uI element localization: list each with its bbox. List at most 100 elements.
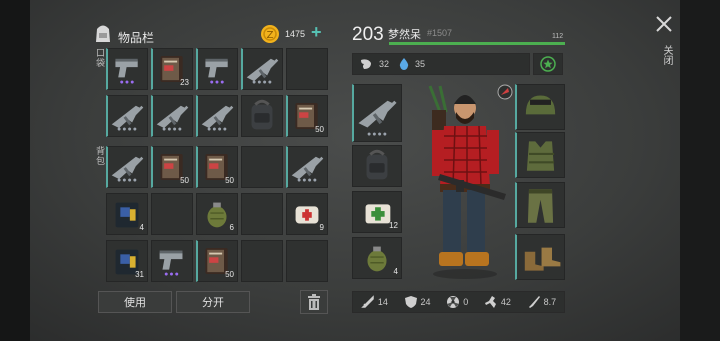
coin-icon: Z — [260, 24, 280, 44]
item-slot[interactable]: ●●●● — [196, 95, 238, 137]
item-slot[interactable]: 12 — [352, 191, 402, 233]
backpack-icon — [365, 149, 389, 181]
item-slot[interactable]: ●●●● — [106, 146, 148, 188]
item-count: 9 — [319, 223, 324, 232]
item-slot[interactable]: ●●●● — [106, 95, 148, 137]
combat-stat-value: 0 — [463, 297, 469, 307]
item-slot[interactable]: 50 — [196, 146, 238, 188]
item-slot[interactable] — [515, 234, 565, 280]
shield-icon — [404, 296, 417, 308]
hp-value: 112 — [552, 33, 564, 40]
combat-stat: 14 — [361, 295, 388, 309]
item-slot[interactable]: 4 — [352, 237, 402, 279]
player-name: 梦然呆 — [388, 29, 421, 41]
helmet-icon — [525, 95, 556, 115]
character-model — [410, 82, 520, 282]
quality-dots: ●●●● — [162, 126, 183, 133]
quality-dot: ● — [130, 79, 136, 86]
star-icon — [540, 56, 556, 72]
item-slot[interactable] — [241, 95, 283, 137]
trash-button[interactable] — [300, 290, 328, 314]
radiation-icon — [447, 296, 460, 308]
use-button[interactable]: 使用 — [98, 291, 172, 313]
trash-icon — [308, 294, 320, 310]
empty-slot[interactable] — [241, 240, 283, 282]
item-slot[interactable] — [515, 132, 565, 178]
hp-bar — [389, 42, 565, 45]
speed-icon — [484, 296, 496, 308]
item-slot[interactable]: 23 — [151, 48, 193, 90]
item-slot[interactable]: 4 — [106, 193, 148, 235]
add-coins-button[interactable]: + — [311, 22, 322, 43]
close-label: 关闭 — [661, 45, 672, 65]
favorite-star-button[interactable] — [533, 53, 563, 75]
close-button[interactable]: 关闭 — [654, 14, 676, 74]
combat-stat-value: 24 — [420, 297, 431, 307]
item-slot[interactable] — [515, 84, 565, 130]
empty-slot[interactable] — [241, 146, 283, 188]
combat-stats-bar: 14 24 0 42 8.7 — [352, 291, 565, 313]
item-count: 6 — [229, 223, 234, 232]
vest-icon — [525, 140, 556, 172]
quality-dots: ●●●● — [367, 131, 388, 138]
item-slot[interactable]: ●●●● — [286, 146, 328, 188]
item-slot[interactable]: 50 — [286, 95, 328, 137]
quality-dots: ●●● — [164, 271, 180, 278]
knife-icon — [528, 296, 540, 308]
item-count: 31 — [135, 270, 144, 279]
empty-slot[interactable] — [286, 48, 328, 90]
backpack-icon — [250, 99, 274, 131]
svg-text:Z: Z — [267, 30, 274, 41]
empty-slot[interactable] — [241, 193, 283, 235]
item-slot[interactable]: ●●●● — [241, 48, 283, 90]
item-slot[interactable] — [352, 145, 402, 187]
quality-dot: ● — [220, 79, 226, 86]
quality-dot: ● — [382, 131, 388, 138]
quality-dot: ● — [267, 79, 273, 86]
survival-stats-bar: 32 35 — [352, 53, 530, 75]
item-slot[interactable]: ●●●● — [352, 84, 402, 142]
item-count: 23 — [180, 78, 189, 87]
quality-dots: ●●●● — [207, 126, 228, 133]
quality-dot: ● — [174, 271, 180, 278]
coin-amount: 1475 — [285, 29, 306, 39]
quality-dot: ● — [312, 177, 318, 184]
item-slot[interactable]: ●●● — [151, 240, 193, 282]
pants-icon — [527, 189, 554, 223]
stomach-icon — [361, 59, 371, 69]
item-count: 50 — [180, 176, 189, 185]
empty-slot[interactable] — [151, 193, 193, 235]
item-slot[interactable]: 50 — [196, 240, 238, 282]
backpack-header-icon — [92, 24, 114, 44]
combat-stat-value: 42 — [500, 297, 511, 307]
item-count: 12 — [389, 221, 398, 230]
item-slot[interactable]: ●●●● — [151, 95, 193, 137]
empty-slot[interactable] — [286, 240, 328, 282]
combat-stat: 8.7 — [527, 295, 557, 309]
item-slot[interactable]: 50 — [151, 146, 193, 188]
item-slot[interactable]: ●●● — [106, 48, 148, 90]
quality-dot: ● — [222, 126, 228, 133]
item-count: 50 — [315, 125, 324, 134]
item-slot[interactable] — [515, 182, 565, 228]
quality-dot: ● — [132, 177, 138, 184]
player-level: 203 — [352, 24, 384, 45]
combat-stat: 0 — [446, 295, 468, 309]
hp-bar-fill — [389, 42, 565, 45]
item-slot[interactable]: 31 — [106, 240, 148, 282]
hunger-value: 32 — [379, 59, 390, 69]
quality-dots: ●●●● — [117, 126, 138, 133]
item-slot[interactable]: 6 — [196, 193, 238, 235]
quality-dots: ●●●● — [252, 79, 273, 86]
item-slot[interactable]: 9 — [286, 193, 328, 235]
boots-icon — [524, 247, 561, 271]
water-drop-icon — [399, 58, 409, 70]
combat-stat-value: 8.7 — [543, 297, 557, 307]
quality-dot: ● — [177, 126, 183, 133]
player-id: #1507 — [427, 28, 453, 38]
item-count: 50 — [225, 270, 234, 279]
quality-dots: ●●● — [120, 79, 136, 86]
quality-dots: ●●●● — [297, 177, 318, 184]
split-button[interactable]: 分开 — [176, 291, 250, 313]
item-slot[interactable]: ●●● — [196, 48, 238, 90]
